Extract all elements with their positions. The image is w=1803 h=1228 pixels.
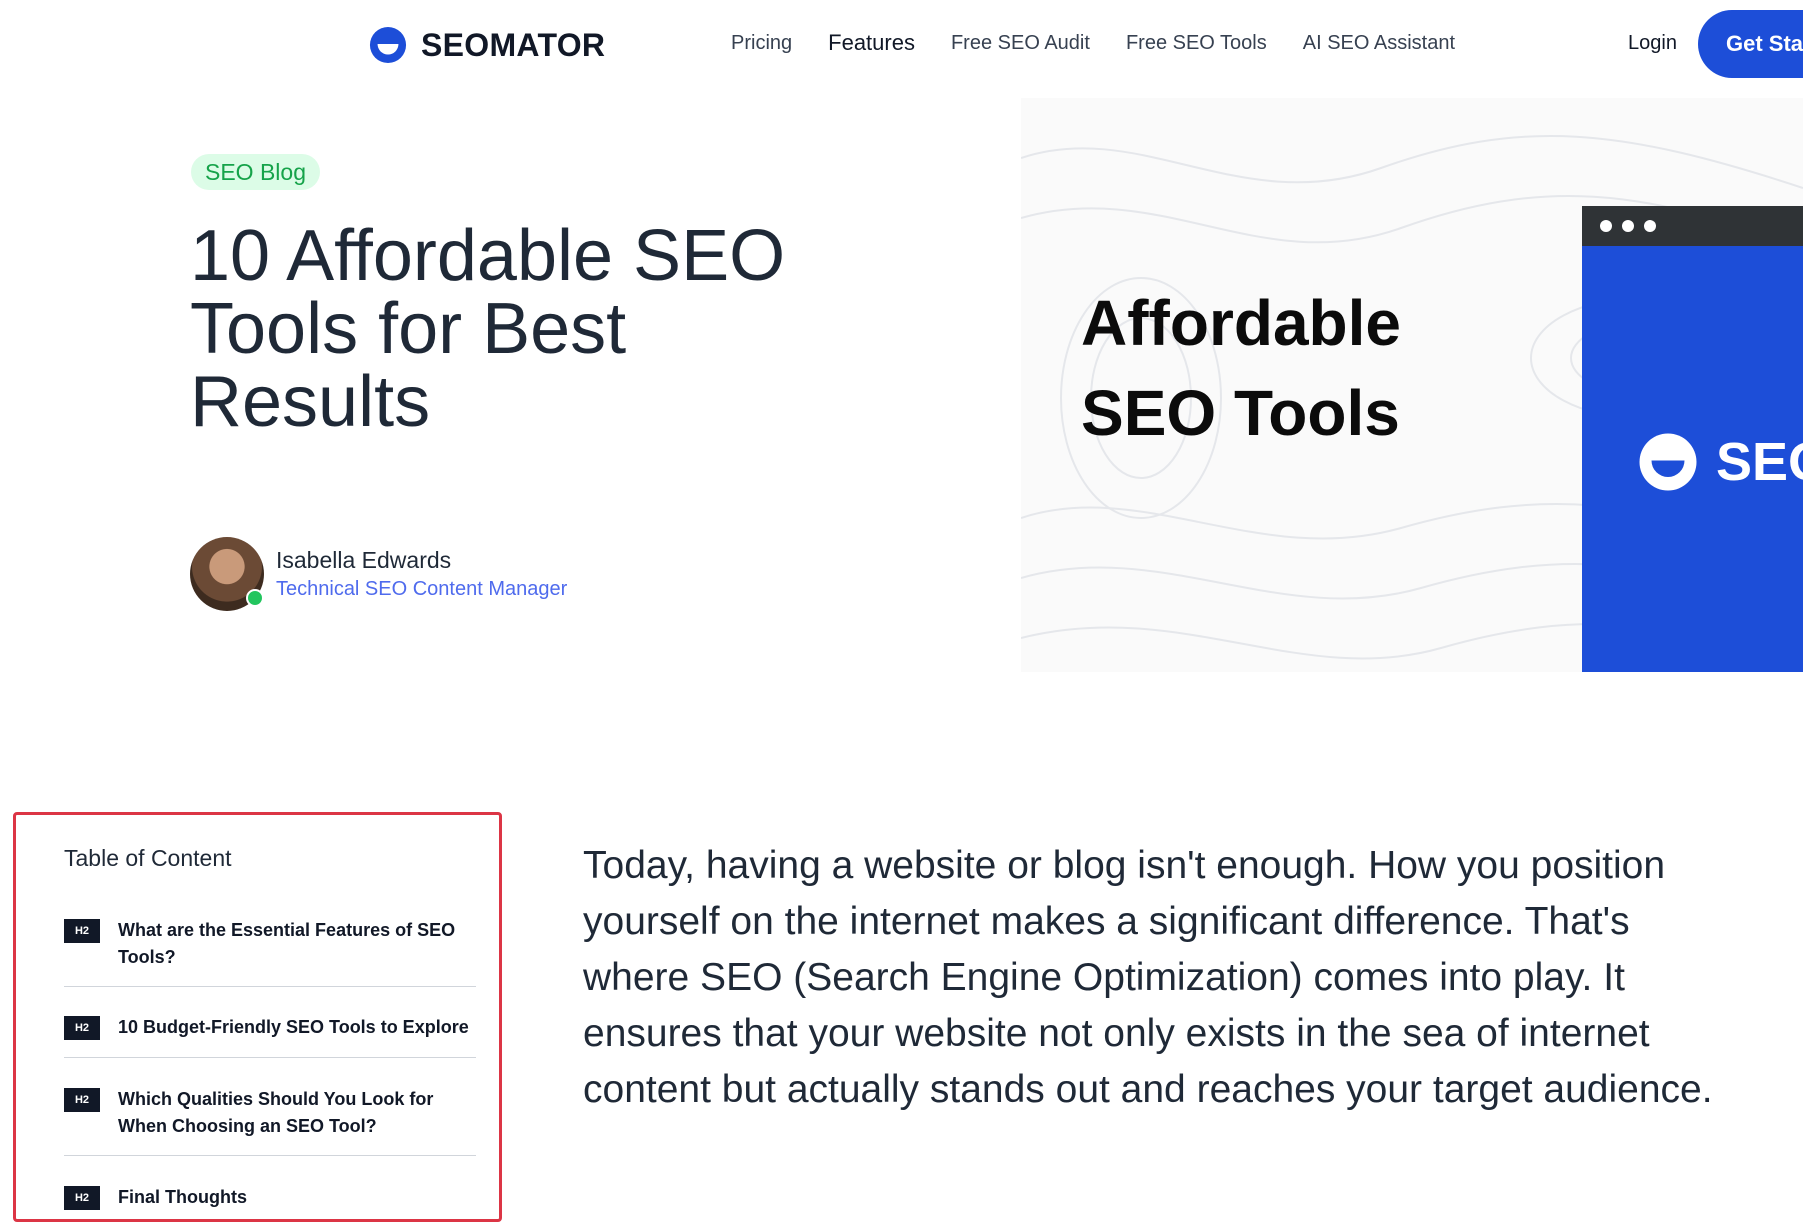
hero-image-line-1: Affordable: [1081, 287, 1401, 359]
intro-paragraph: Today, having a website or blog isn't en…: [583, 844, 1713, 1111]
toc-item-label: Final Thoughts: [118, 1187, 247, 1207]
nav-ai-seo-assistant[interactable]: AI SEO Assistant: [1303, 32, 1455, 55]
toc-item[interactable]: H2 Final Thoughts: [64, 1184, 476, 1211]
author-role: Technical SEO Content Manager: [276, 578, 568, 600]
author-name: Isabella Edwards: [276, 547, 452, 573]
hero-image-line-2: SEO Tools: [1081, 377, 1400, 449]
toc-item-label: What are the Essential Features of SEO T…: [118, 920, 456, 967]
h2-badge: H2: [64, 1186, 100, 1210]
brand-logo[interactable]: SEOMATOR: [369, 26, 605, 64]
window-dot-icon: [1644, 220, 1656, 232]
main-nav: Pricing Features Free SEO Audit Free SEO…: [731, 30, 1455, 56]
browser-brand-text: SEO: [1716, 432, 1803, 492]
window-dot-icon: [1622, 220, 1634, 232]
nav-free-seo-tools[interactable]: Free SEO Tools: [1126, 32, 1267, 55]
h2-badge: H2: [64, 1016, 100, 1040]
toc-item-label: 10 Budget-Friendly SEO Tools to Explore: [118, 1017, 469, 1037]
toc-divider: [64, 986, 476, 987]
browser-mockup: SEO: [1582, 206, 1803, 672]
toc-title: Table of Content: [64, 845, 232, 871]
avatar: [190, 537, 264, 611]
get-started-button[interactable]: Get Started: [1698, 10, 1803, 78]
toc-divider: [64, 1057, 476, 1058]
h2-badge: H2: [64, 919, 100, 943]
h2-badge: H2: [64, 1088, 100, 1112]
nav-free-seo-audit[interactable]: Free SEO Audit: [951, 32, 1090, 55]
login-link[interactable]: Login: [1628, 32, 1677, 55]
seomator-logo-icon: [1639, 433, 1697, 491]
hero-image: Affordable SEO Tools SEO: [1021, 98, 1803, 672]
site-header: SEOMATOR Pricing Features Free SEO Audit…: [0, 0, 1803, 90]
category-tag[interactable]: SEO Blog: [191, 154, 320, 190]
hero-image-headline: Affordable SEO Tools: [1081, 278, 1401, 458]
page-title: 10 Affordable SEO Tools for Best Results: [190, 216, 786, 442]
toc-item[interactable]: H2 Which Qualities Should You Look for W…: [64, 1086, 476, 1140]
toc-item[interactable]: H2 What are the Essential Features of SE…: [64, 917, 476, 971]
nav-pricing[interactable]: Pricing: [731, 32, 792, 55]
nav-features[interactable]: Features: [828, 30, 915, 56]
brand-name: SEOMATOR: [421, 26, 606, 63]
browser-titlebar: [1582, 206, 1803, 246]
toc-divider: [64, 1155, 476, 1156]
browser-brand: SEO: [1638, 431, 1803, 493]
seomator-logo-icon: [369, 26, 407, 64]
online-status-dot: [246, 589, 264, 607]
table-of-content: Table of Content H2 What are the Essenti…: [13, 812, 502, 1222]
window-dot-icon: [1600, 220, 1612, 232]
toc-item-label: Which Qualities Should You Look for When…: [118, 1089, 434, 1136]
author-info: Isabella Edwards Technical SEO Content M…: [276, 547, 567, 601]
author-block[interactable]: Isabella Edwards Technical SEO Content M…: [190, 537, 567, 611]
toc-item[interactable]: H2 10 Budget-Friendly SEO Tools to Explo…: [64, 1014, 476, 1041]
